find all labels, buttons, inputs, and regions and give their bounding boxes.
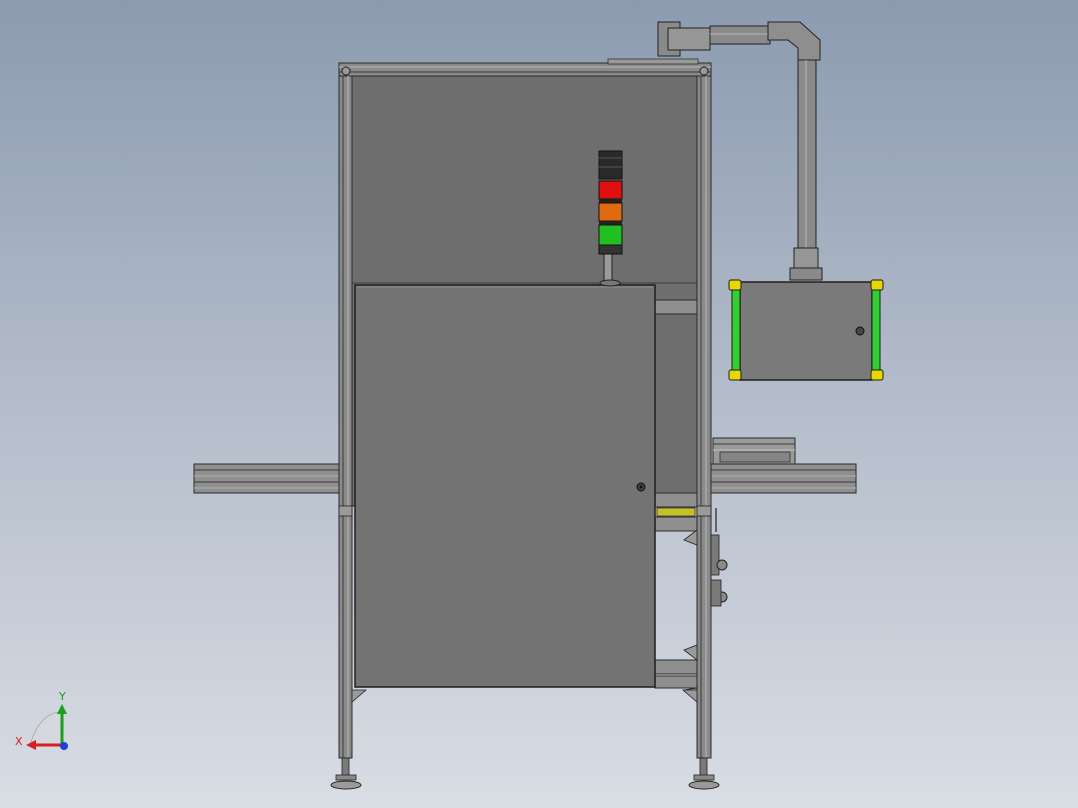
- signal-light-green: [598, 224, 623, 246]
- signal-light-black: [598, 150, 623, 180]
- coordinate-triad[interactable]: Y X: [15, 690, 68, 750]
- conveyor-guide-block: [712, 437, 796, 465]
- enclosure-trim-left: [731, 283, 741, 379]
- cad-viewport[interactable]: Y X: [0, 0, 1078, 808]
- leveling-foot-left: [330, 757, 362, 790]
- signal-light-red: [598, 180, 623, 200]
- conveyor-left-rail: [193, 463, 343, 494]
- cabinet-front-door[interactable]: [354, 284, 656, 688]
- y-axis-label: Y: [58, 690, 66, 703]
- frame-top-beam: [338, 58, 712, 77]
- enclosure-lock-icon[interactable]: [855, 326, 865, 336]
- control-enclosure[interactable]: [728, 279, 884, 381]
- frame-left-post: [338, 75, 353, 759]
- z-axis-icon: [60, 742, 68, 750]
- frame-leg-braces: [351, 689, 698, 703]
- x-axis-label: X: [15, 735, 23, 748]
- side-sensor-assembly: [710, 508, 728, 607]
- conveyor-sensor-strip: [656, 507, 696, 517]
- frame-right-post: [696, 75, 712, 759]
- signal-light-orange: [598, 202, 623, 222]
- leveling-foot-right: [688, 757, 720, 790]
- conveyor-right-rail: [707, 463, 857, 494]
- enclosure-trim-right: [871, 283, 881, 379]
